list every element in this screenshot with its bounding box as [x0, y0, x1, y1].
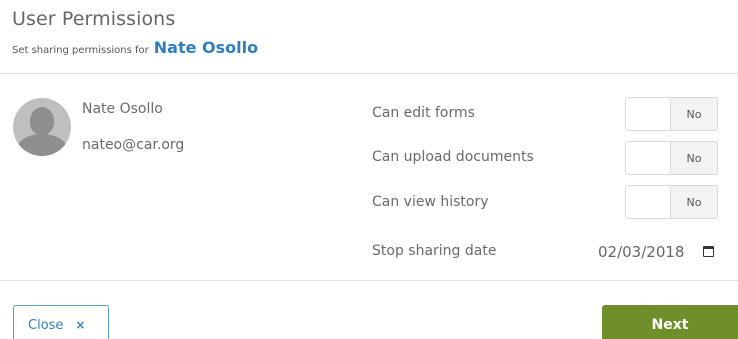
calendar-icon[interactable] — [703, 246, 714, 257]
header-divider — [0, 73, 738, 74]
subtitle-user-name: Nate Osollo — [153, 38, 259, 57]
toggle-state: No — [670, 186, 717, 218]
user-email: nateo@car.org — [82, 137, 185, 153]
dialog-title: User Permissions — [12, 8, 176, 30]
toggle-state: No — [670, 98, 717, 130]
stop-sharing-label: Stop sharing date — [372, 243, 497, 259]
permission-label-upload-documents: Can upload documents — [372, 149, 534, 165]
permission-label-edit-forms: Can edit forms — [372, 105, 475, 121]
user-permissions-dialog: User Permissions Set sharing permissions… — [0, 0, 738, 339]
close-button[interactable]: Close × — [13, 305, 109, 339]
subtitle-prefix: Set sharing permissions for — [12, 45, 149, 56]
close-button-label: Close — [28, 317, 64, 333]
avatar-head — [30, 107, 54, 135]
toggle-state: No — [670, 142, 717, 174]
avatar-shoulders — [17, 134, 67, 156]
toggle-edit-forms[interactable]: No — [625, 97, 718, 131]
toggle-view-history[interactable]: No — [625, 185, 718, 219]
stop-sharing-date-input[interactable]: 02/03/2018 — [598, 243, 684, 261]
dialog-header: User Permissions Set sharing permissions… — [12, 8, 738, 57]
close-icon: × — [75, 318, 86, 332]
user-name: Nate Osollo — [82, 101, 163, 117]
dialog-subtitle: Set sharing permissions for Nate Osollo — [12, 38, 738, 57]
avatar — [13, 98, 71, 156]
toggle-knob — [626, 142, 670, 174]
toggle-upload-documents[interactable]: No — [625, 141, 718, 175]
next-button-label: Next — [651, 317, 689, 333]
footer-divider — [0, 280, 738, 281]
next-button[interactable]: Next — [602, 305, 738, 339]
toggle-knob — [626, 98, 670, 130]
permission-label-view-history: Can view history — [372, 194, 489, 210]
toggle-knob — [626, 186, 670, 218]
